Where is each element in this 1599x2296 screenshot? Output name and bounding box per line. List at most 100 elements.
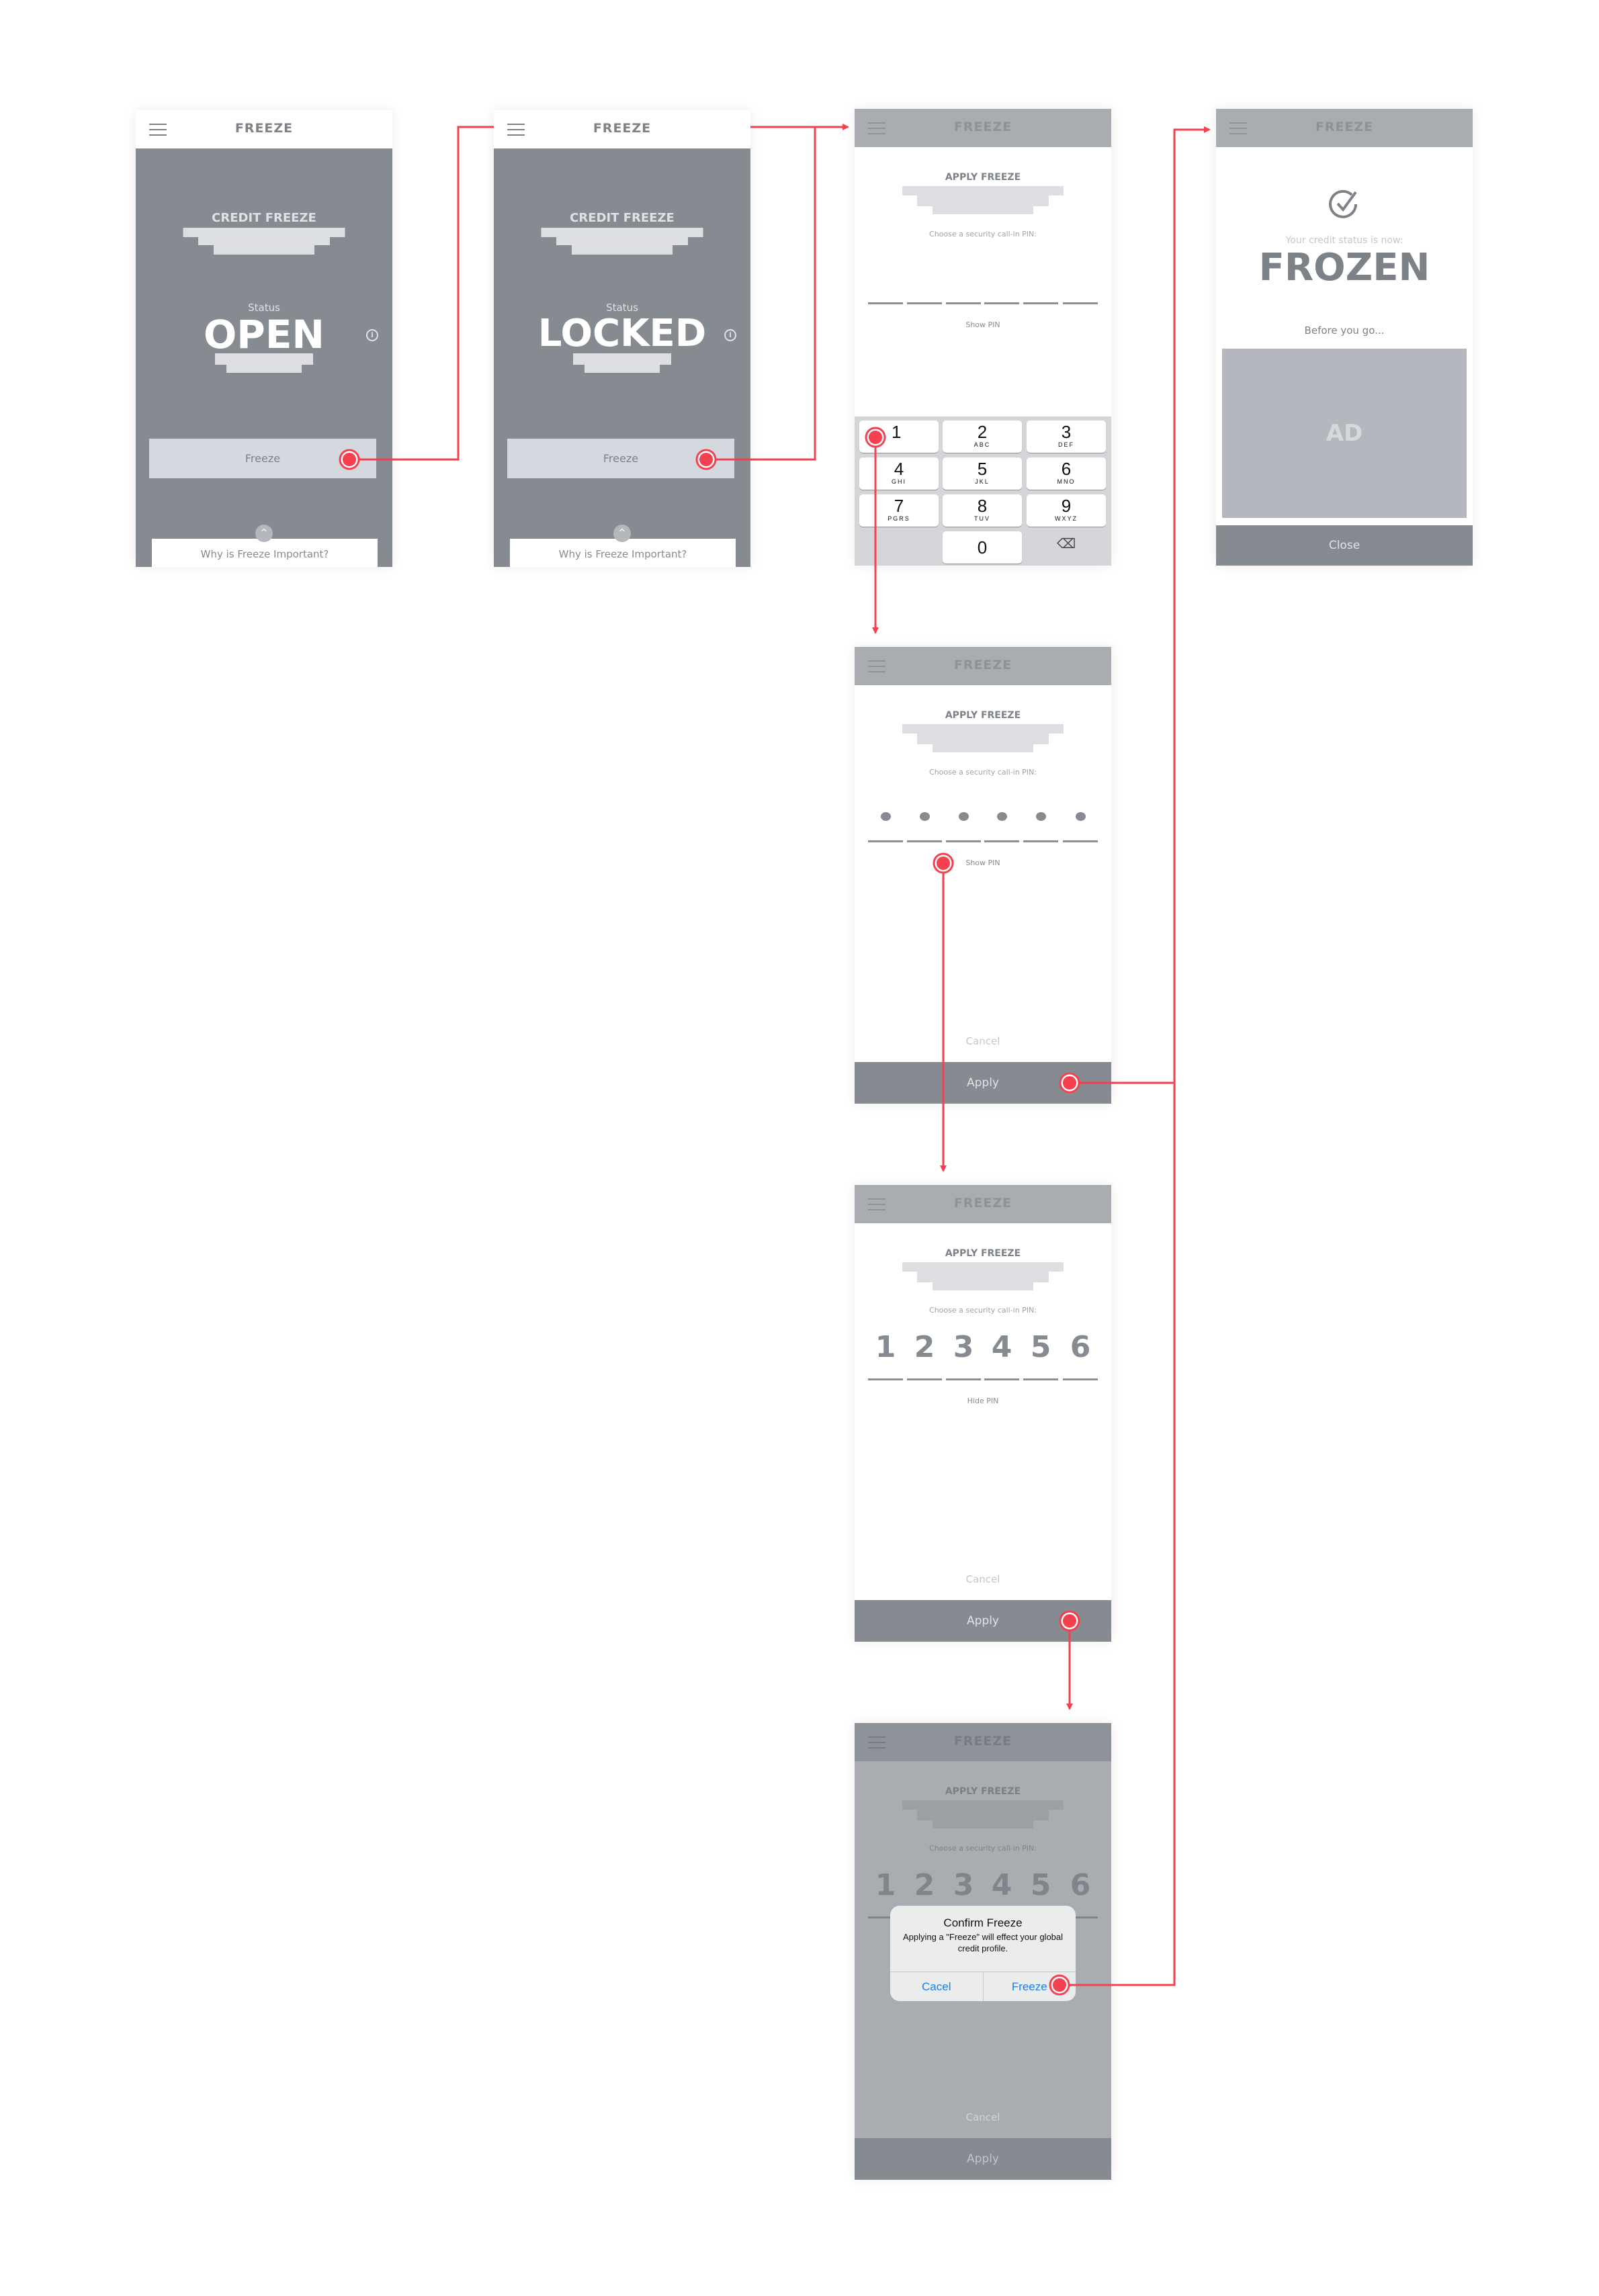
header: FREEZE: [494, 110, 750, 148]
placeholder-bar: [902, 1262, 1064, 1272]
status-value: OPEN: [204, 312, 325, 357]
section-title: APPLY FREEZE: [945, 1248, 1021, 1259]
key-9[interactable]: 9 WXYZ: [1027, 494, 1106, 527]
cancel-button: Cancel: [965, 2111, 1000, 2123]
pin-prompt: Choose a security call-in PIN:: [929, 1306, 1037, 1315]
section-title: APPLY FREEZE: [945, 172, 1021, 183]
freeze-button[interactable]: Freeze: [149, 439, 376, 478]
pin-prompt: Choose a security call-in PIN:: [929, 768, 1037, 777]
pin-dot: [997, 812, 1007, 821]
header-title: FREEZE: [953, 120, 1012, 134]
show-pin-toggle[interactable]: Show PIN: [855, 858, 1111, 867]
header: FREEZE: [855, 1185, 1111, 1223]
close-button[interactable]: Close: [1216, 525, 1473, 566]
pin-slot: [1063, 1378, 1098, 1380]
placeholder-bar: [917, 1810, 1049, 1820]
cancel-button[interactable]: Cancel: [855, 1035, 1111, 1047]
cancel-button[interactable]: Cancel: [855, 1573, 1111, 1585]
key-letters: JKL: [975, 478, 990, 485]
placeholder-bar: [933, 744, 1033, 752]
pin-dot: [881, 812, 891, 821]
key-number: 6: [1061, 459, 1072, 479]
section-title: CREDIT FREEZE: [212, 211, 316, 225]
key-7[interactable]: 7 PGRS: [859, 494, 939, 527]
status-value: LOCKED: [537, 312, 707, 355]
pin-slot: [946, 302, 981, 304]
header-title: FREEZE: [953, 1196, 1012, 1210]
header-title: FREEZE: [234, 121, 294, 136]
placeholder-bar: [902, 1800, 1064, 1810]
pin-slot: [868, 1378, 903, 1380]
backspace-icon[interactable]: ⌫: [1056, 535, 1076, 551]
key-letters: ABC: [974, 441, 991, 448]
pin-digit: 3: [953, 1868, 974, 1902]
placeholder-bar: [902, 186, 1064, 195]
key-1[interactable]: 1: [859, 421, 939, 453]
placeholder-bar: [572, 245, 673, 255]
dialog-cancel-button[interactable]: Cacel: [890, 1972, 983, 2001]
pin-prompt: Choose a security call-in PIN:: [929, 230, 1037, 238]
ad-placeholder[interactable]: AD: [1222, 349, 1467, 518]
pin-slot: [946, 840, 981, 842]
header-title: FREEZE: [953, 1734, 1012, 1749]
key-number: 0: [977, 537, 988, 558]
show-pin-toggle[interactable]: Show PIN: [855, 320, 1111, 329]
key-3[interactable]: 3 DEF: [1027, 421, 1106, 453]
status-label: Your credit status is now:: [1285, 235, 1403, 246]
screen-pin-hidden: FREEZE APPLY FREEZE Choose a security ca…: [855, 647, 1111, 1104]
pin-slot: [868, 302, 903, 304]
screen-pin-shown: FREEZE APPLY FREEZE Choose a security ca…: [855, 1185, 1111, 1642]
why-freeze-card[interactable]: Why is Freeze Important?: [510, 539, 736, 567]
pin-slot: [1063, 302, 1098, 304]
placeholder-bar: [556, 237, 688, 245]
apply-button[interactable]: Apply: [855, 1062, 1111, 1104]
hide-pin-toggle[interactable]: Hide PIN: [855, 1397, 1111, 1405]
pin-digit: 1: [875, 1868, 896, 1902]
header: FREEZE: [136, 110, 392, 148]
screen-status-locked: FREEZE CREDIT FREEZE Status LOCKED i Fre…: [494, 110, 750, 567]
dialog-freeze-button[interactable]: Freeze: [982, 1972, 1076, 2001]
header: FREEZE: [855, 1723, 1111, 1761]
placeholder-bar: [902, 724, 1064, 734]
info-icon[interactable]: i: [724, 329, 736, 341]
screen-pin-entry: FREEZE APPLY FREEZE Choose a security ca…: [855, 109, 1111, 566]
key-0[interactable]: 0: [943, 531, 1022, 564]
pin-dot: [1036, 812, 1046, 821]
key-number: 7: [894, 496, 904, 516]
pin-slot: [1023, 1378, 1058, 1380]
placeholder-bar: [933, 1282, 1033, 1290]
chevron-up-icon[interactable]: ^: [613, 525, 631, 542]
header-title: FREEZE: [593, 121, 652, 136]
pin-slot: [907, 840, 942, 842]
dialog-title: Confirm Freeze: [943, 1916, 1023, 1929]
key-letters: DEF: [1058, 441, 1074, 448]
key-8[interactable]: 8 TUV: [943, 494, 1022, 527]
why-freeze-card[interactable]: Why is Freeze Important?: [152, 539, 378, 567]
key-number: 9: [1061, 496, 1072, 516]
pin-slot: [984, 840, 1019, 842]
chevron-up-icon[interactable]: ^: [255, 525, 273, 542]
key-2[interactable]: 2 ABC: [943, 421, 1022, 453]
key-number: 3: [1061, 422, 1072, 442]
placeholder-bar: [917, 1272, 1049, 1282]
pin-digit: 6: [1070, 1330, 1091, 1364]
apply-button[interactable]: Apply: [855, 1600, 1111, 1642]
key-number: 8: [977, 496, 988, 516]
pin-slot: [1023, 840, 1058, 842]
info-icon[interactable]: i: [366, 329, 378, 341]
apply-button: Apply: [855, 2138, 1111, 2180]
key-number: 1: [892, 422, 902, 442]
key-4[interactable]: 4 GHI: [859, 457, 939, 490]
key-6[interactable]: 6 MNO: [1027, 457, 1106, 490]
placeholder-bar: [215, 353, 313, 365]
freeze-button[interactable]: Freeze: [507, 439, 734, 478]
key-letters: GHI: [891, 478, 906, 485]
placeholder-bar: [226, 365, 302, 373]
placeholder-bar: [917, 195, 1049, 206]
header-title: FREEZE: [953, 658, 1012, 672]
placeholder-bar: [933, 206, 1033, 214]
header: FREEZE: [855, 647, 1111, 685]
placeholder-bar: [585, 365, 660, 373]
pin-slot: [907, 302, 942, 304]
key-5[interactable]: 5 JKL: [943, 457, 1022, 490]
